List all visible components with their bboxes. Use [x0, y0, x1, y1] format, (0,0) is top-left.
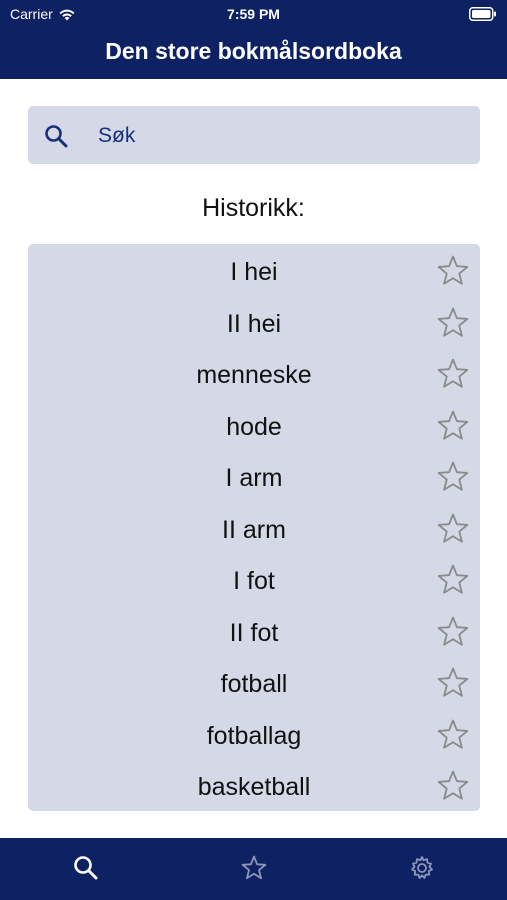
navigation-bar: Carrier 7:59 PM Den store bokmålsordboka — [0, 0, 507, 79]
history-row[interactable]: hode — [28, 401, 480, 453]
history-word[interactable]: menneske — [28, 361, 480, 390]
history-list: I hei II hei menneske hode I arm II arm I fot I… — [28, 244, 480, 811]
history-word[interactable]: fotballag — [28, 722, 480, 751]
favorite-star-icon[interactable] — [436, 409, 470, 443]
search-input[interactable] — [96, 116, 470, 156]
search-bar[interactable] — [28, 106, 480, 164]
history-word[interactable]: I hei — [28, 258, 480, 287]
favorite-star-icon[interactable] — [436, 357, 470, 391]
history-row[interactable]: I fot — [28, 555, 480, 607]
history-word[interactable]: II hei — [28, 310, 480, 339]
history-row[interactable]: fotball — [28, 658, 480, 710]
history-row[interactable]: II fot — [28, 607, 480, 659]
favorite-star-icon[interactable] — [436, 306, 470, 340]
history-row[interactable]: II arm — [28, 504, 480, 556]
history-row[interactable]: menneske — [28, 349, 480, 401]
history-row[interactable]: I arm — [28, 452, 480, 504]
favorite-star-icon[interactable] — [436, 563, 470, 597]
tab-bar — [0, 838, 507, 900]
history-word[interactable]: fotball — [28, 670, 480, 699]
history-row[interactable]: basketball — [28, 761, 480, 813]
history-word[interactable]: I fot — [28, 567, 480, 596]
history-word[interactable]: I arm — [28, 464, 480, 493]
favorite-star-icon[interactable] — [436, 254, 470, 288]
tab-settings-gear-icon[interactable] — [408, 854, 436, 882]
history-word[interactable]: II arm — [28, 516, 480, 545]
favorite-star-icon[interactable] — [436, 460, 470, 494]
history-word[interactable]: hode — [28, 413, 480, 442]
history-word[interactable]: basketball — [28, 773, 480, 802]
history-row[interactable]: II hei — [28, 298, 480, 350]
page-title: Den store bokmålsordboka — [105, 38, 402, 64]
history-heading: Historikk: — [202, 194, 305, 222]
status-bar: Carrier 7:59 PM — [0, 0, 507, 28]
tab-favorites-star-icon[interactable] — [240, 854, 268, 882]
battery-icon — [469, 7, 496, 21]
favorite-star-icon[interactable] — [436, 769, 470, 803]
favorite-star-icon[interactable] — [436, 718, 470, 752]
history-row[interactable]: fotballag — [28, 710, 480, 762]
search-icon — [45, 125, 68, 148]
tab-search-icon[interactable] — [72, 854, 100, 882]
history-word[interactable]: II fot — [28, 619, 480, 648]
favorite-star-icon[interactable] — [436, 615, 470, 649]
history-row[interactable]: I hei — [28, 246, 480, 298]
favorite-star-icon[interactable] — [436, 512, 470, 546]
clock: 7:59 PM — [227, 6, 280, 22]
favorite-star-icon[interactable] — [436, 666, 470, 700]
